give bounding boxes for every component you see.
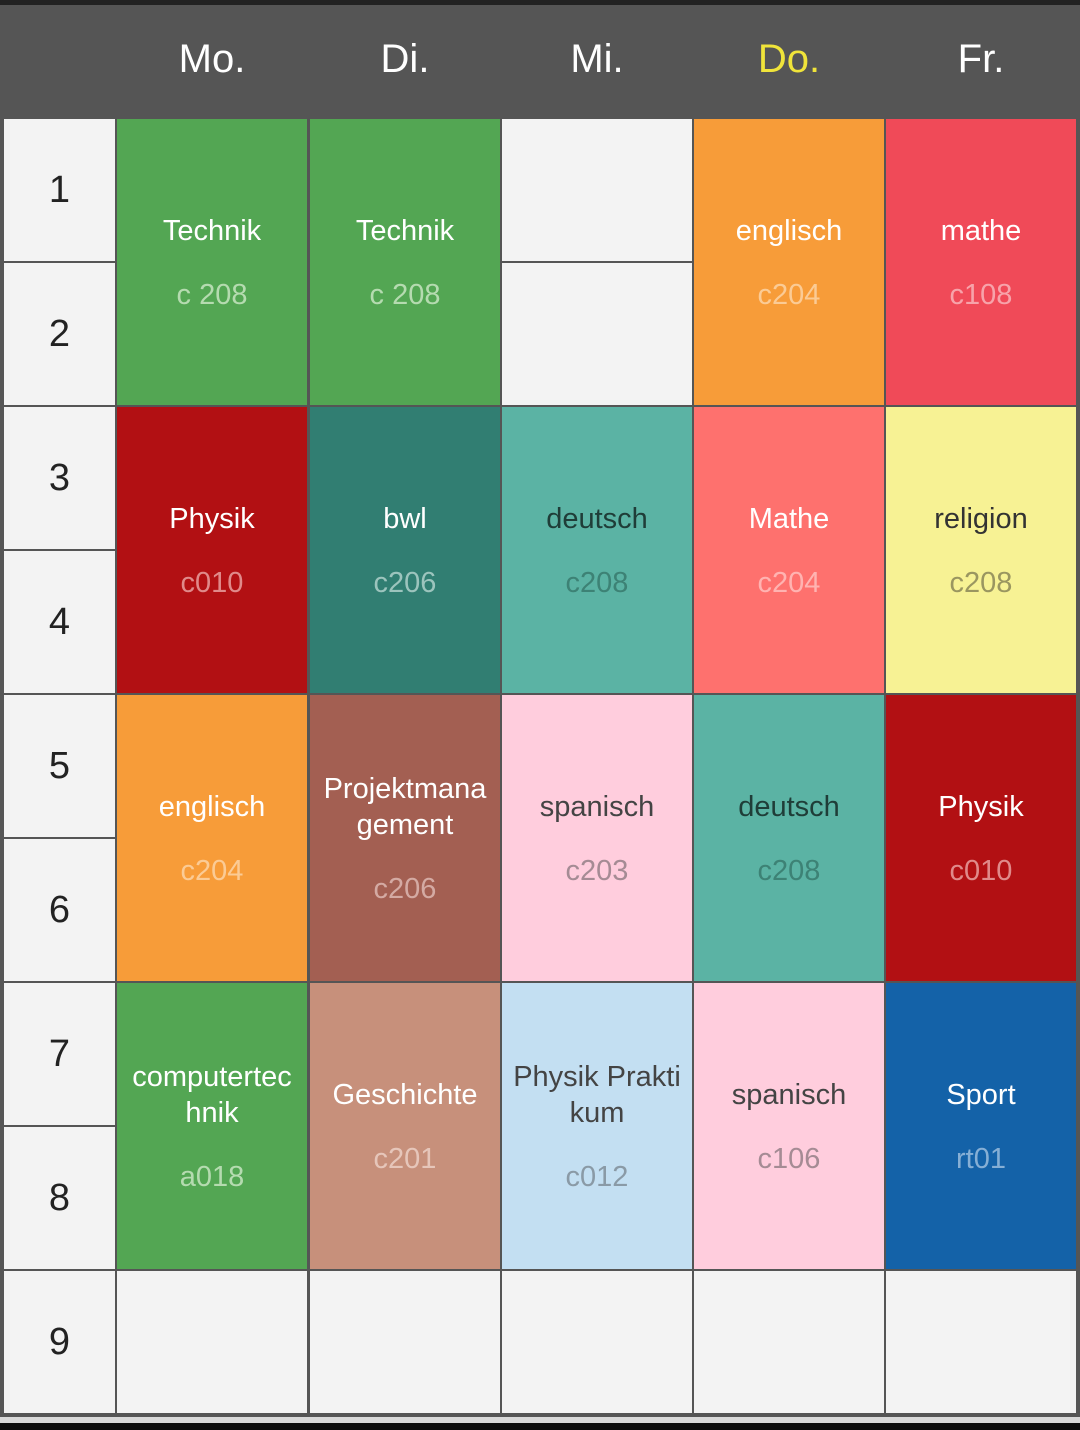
lesson-block[interactable]: mathe c108: [886, 119, 1076, 405]
lesson-room: c108: [949, 278, 1013, 311]
empty-slot[interactable]: [502, 1271, 692, 1413]
lesson-room: c206: [373, 566, 437, 599]
lesson-room: a018: [179, 1160, 245, 1193]
day-header-3: Do.: [694, 5, 884, 114]
lesson-room: c 208: [369, 278, 441, 311]
lesson-subject: spanisch: [539, 790, 655, 823]
day-header-2: Mi.: [502, 5, 692, 114]
lesson-subject: Physik: [938, 790, 1024, 823]
lesson-subject: deutsch: [738, 790, 840, 823]
lesson-block[interactable]: Projektmana gement c206: [310, 695, 500, 981]
lesson-room: c204: [757, 566, 821, 599]
period-label: 4: [4, 551, 115, 693]
lesson-room: c208: [757, 854, 821, 887]
lesson-room: c010: [180, 566, 244, 599]
lesson-block[interactable]: Sport rt01: [886, 983, 1076, 1269]
empty-slot[interactable]: [886, 1271, 1076, 1413]
lesson-subject: deutsch: [546, 502, 648, 535]
lesson-room: c208: [565, 566, 629, 599]
lesson-block[interactable]: spanisch c106: [694, 983, 884, 1269]
period-label: 7: [4, 983, 115, 1125]
empty-slot[interactable]: [310, 1271, 500, 1413]
period-label: 5: [4, 695, 115, 837]
lesson-block[interactable]: englisch c204: [117, 695, 307, 981]
lesson-block[interactable]: bwl c206: [310, 407, 500, 693]
day-header-0: Mo.: [117, 5, 307, 114]
lesson-block[interactable]: englisch c204: [694, 119, 884, 405]
period-label: 9: [4, 1271, 115, 1413]
lesson-subject: Physik Prakti kum: [513, 1060, 681, 1129]
empty-slot[interactable]: [117, 1271, 307, 1413]
day-header-1: Di.: [310, 5, 500, 114]
lesson-block[interactable]: Mathe c204: [694, 407, 884, 693]
lesson-block[interactable]: Geschichte c201: [310, 983, 500, 1269]
lesson-subject: computertec hnik: [132, 1060, 292, 1129]
lesson-subject: englisch: [158, 790, 266, 823]
empty-slot[interactable]: [502, 119, 692, 261]
lesson-subject: Geschichte: [332, 1078, 478, 1111]
empty-slot[interactable]: [694, 1271, 884, 1413]
lesson-subject: Sport: [946, 1078, 1016, 1111]
lesson-room: c204: [757, 278, 821, 311]
lesson-subject: Physik: [169, 502, 255, 535]
lesson-block[interactable]: computertec hnik a018: [117, 983, 307, 1269]
lesson-subject: Projektmana gement: [323, 772, 487, 841]
lesson-subject: bwl: [383, 502, 427, 535]
lesson-subject: englisch: [735, 214, 843, 247]
lesson-block[interactable]: Physik Prakti kum c012: [502, 983, 692, 1269]
lesson-block[interactable]: religion c208: [886, 407, 1076, 693]
period-label: 3: [4, 407, 115, 549]
lesson-room: c203: [565, 854, 629, 887]
lesson-subject: mathe: [940, 214, 1022, 247]
corner-header: [4, 5, 115, 114]
lesson-block[interactable]: Physik c010: [117, 407, 307, 693]
lesson-subject: Technik: [355, 214, 455, 247]
lesson-room: rt01: [956, 1142, 1006, 1175]
lesson-room: c201: [373, 1142, 437, 1175]
lesson-room: c106: [757, 1142, 821, 1175]
period-label: 1: [4, 119, 115, 261]
lesson-room: c208: [949, 566, 1013, 599]
lesson-block[interactable]: deutsch c208: [502, 407, 692, 693]
period-label: 2: [4, 263, 115, 405]
day-header-4: Fr.: [886, 5, 1076, 114]
bottom-bar: [0, 1417, 1080, 1423]
period-label: 6: [4, 839, 115, 981]
lesson-block[interactable]: Technik c 208: [310, 119, 500, 405]
lesson-room: c012: [565, 1160, 629, 1193]
lesson-block[interactable]: Physik c010: [886, 695, 1076, 981]
lesson-room: c010: [949, 854, 1013, 887]
lesson-room: c 208: [176, 278, 248, 311]
lesson-subject: religion: [934, 502, 1028, 535]
lesson-block[interactable]: spanisch c203: [502, 695, 692, 981]
lesson-subject: Mathe: [748, 502, 830, 535]
lesson-subject: spanisch: [731, 1078, 847, 1111]
empty-slot[interactable]: [502, 263, 692, 405]
lesson-block[interactable]: deutsch c208: [694, 695, 884, 981]
lesson-room: c204: [180, 854, 244, 887]
lesson-block[interactable]: Technik c 208: [117, 119, 307, 405]
lesson-subject: Technik: [162, 214, 262, 247]
period-label: 8: [4, 1127, 115, 1269]
lesson-room: c206: [373, 872, 437, 905]
